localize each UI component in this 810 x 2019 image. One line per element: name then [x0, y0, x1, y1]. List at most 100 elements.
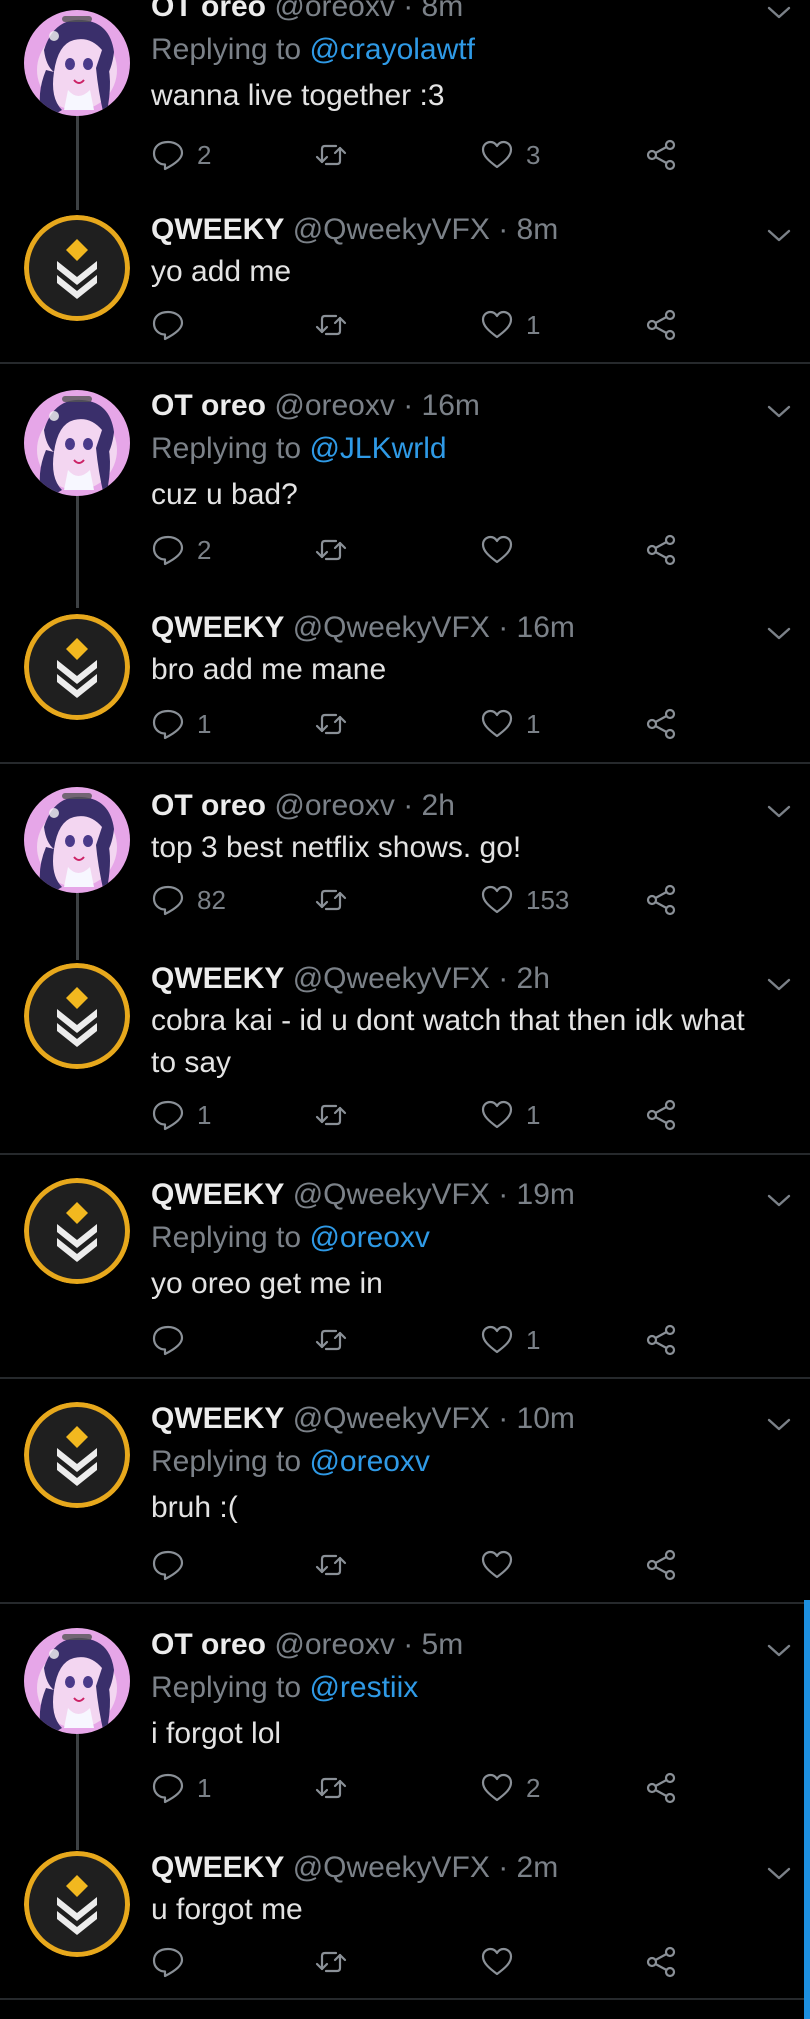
handle[interactable]: @oreoxv [274, 1628, 395, 1661]
avatar[interactable] [24, 963, 130, 1069]
timestamp[interactable]: 16m [422, 389, 480, 422]
share-button[interactable] [644, 1545, 678, 1585]
display-name[interactable]: QWEEKY [151, 1178, 284, 1211]
avatar[interactable] [24, 1851, 130, 1957]
retweet-button[interactable] [314, 305, 360, 345]
mention-link[interactable]: @restiix [309, 1671, 418, 1704]
tweet[interactable]: QWEEKY @QweekyVFX · 2h cobra kai - id u d… [151, 957, 790, 1084]
handle[interactable]: @oreoxv [274, 0, 395, 23]
chevron-down-icon[interactable] [766, 5, 792, 21]
share-button[interactable] [644, 1095, 678, 1135]
timestamp[interactable]: 8m [517, 213, 559, 246]
timestamp[interactable]: 10m [517, 1402, 575, 1435]
like-button[interactable]: 2 [480, 1768, 540, 1808]
share-button[interactable] [644, 1320, 678, 1360]
tweet[interactable]: QWEEKY @QweekyVFX · 2m u forgot me [151, 1846, 790, 1931]
avatar[interactable] [24, 10, 130, 116]
reply-button[interactable]: 2 [151, 530, 211, 570]
chevron-down-icon[interactable] [766, 1193, 792, 1209]
retweet-button[interactable] [314, 880, 360, 920]
mention-link[interactable]: @oreoxv [309, 1445, 430, 1478]
display-name[interactable]: QWEEKY [151, 962, 284, 995]
handle[interactable]: @oreoxv [274, 389, 395, 422]
tweet[interactable]: QWEEKY @QweekyVFX · 19m Replying to @oreo… [151, 1173, 790, 1305]
retweet-button[interactable] [314, 1545, 360, 1585]
timestamp[interactable]: 19m [517, 1178, 575, 1211]
display-name[interactable]: OT oreo [151, 389, 266, 422]
chevron-down-icon[interactable] [766, 804, 792, 820]
chevron-down-icon[interactable] [766, 1643, 792, 1659]
avatar[interactable] [24, 614, 130, 720]
handle[interactable]: @oreoxv [274, 789, 395, 822]
reply-button[interactable] [151, 1320, 197, 1360]
mention-link[interactable]: @oreoxv [309, 1221, 430, 1254]
chevron-down-icon[interactable] [766, 1866, 792, 1882]
display-name[interactable]: OT oreo [151, 789, 266, 822]
avatar[interactable] [24, 215, 130, 321]
like-button[interactable]: 1 [480, 704, 540, 744]
mention-link[interactable]: @crayolawtf [309, 33, 475, 66]
handle[interactable]: @QweekyVFX [293, 962, 490, 995]
handle[interactable]: @QweekyVFX [293, 1178, 490, 1211]
retweet-button[interactable] [314, 135, 360, 175]
share-button[interactable] [644, 1768, 678, 1808]
tweet[interactable]: QWEEKY @QweekyVFX · 10m Replying to @oreo… [151, 1397, 790, 1529]
like-button[interactable] [480, 1545, 526, 1585]
avatar[interactable] [24, 1178, 130, 1284]
display-name[interactable]: OT oreo [151, 0, 266, 23]
handle[interactable]: @QweekyVFX [293, 1851, 490, 1884]
timestamp[interactable]: 2m [517, 1851, 559, 1884]
tweet[interactable]: QWEEKY @QweekyVFX · 8m yo add me [151, 208, 790, 293]
retweet-button[interactable] [314, 530, 360, 570]
reply-button[interactable] [151, 305, 197, 345]
display-name[interactable]: QWEEKY [151, 213, 284, 246]
timestamp[interactable]: 2h [517, 962, 550, 995]
scrollbar[interactable] [804, 1600, 810, 2019]
avatar[interactable] [24, 1628, 130, 1734]
like-button[interactable]: 1 [480, 305, 540, 345]
chevron-down-icon[interactable] [766, 404, 792, 420]
timestamp[interactable]: 16m [517, 611, 575, 644]
timestamp[interactable]: 5m [422, 1628, 464, 1661]
avatar[interactable] [24, 787, 130, 893]
chevron-down-icon[interactable] [766, 228, 792, 244]
avatar[interactable] [24, 390, 130, 496]
reply-button[interactable]: 1 [151, 1095, 211, 1135]
share-button[interactable] [644, 880, 678, 920]
like-button[interactable] [480, 1942, 526, 1982]
share-button[interactable] [644, 135, 678, 175]
like-button[interactable]: 1 [480, 1320, 540, 1360]
handle[interactable]: @QweekyVFX [293, 213, 490, 246]
share-button[interactable] [644, 305, 678, 345]
tweet[interactable]: OT oreo @oreoxv · 8m Replying to @crayola… [151, 0, 790, 117]
timestamp[interactable]: 8m [422, 0, 464, 23]
like-button[interactable]: 3 [480, 135, 540, 175]
tweet[interactable]: OT oreo @oreoxv · 16m Replying to @JLKwrl… [151, 384, 790, 516]
share-button[interactable] [644, 1942, 678, 1982]
like-button[interactable]: 1 [480, 1095, 540, 1135]
retweet-button[interactable] [314, 1095, 360, 1135]
display-name[interactable]: QWEEKY [151, 1851, 284, 1884]
retweet-button[interactable] [314, 704, 360, 744]
retweet-button[interactable] [314, 1942, 360, 1982]
share-button[interactable] [644, 704, 678, 744]
mention-link[interactable]: @JLKwrld [309, 432, 446, 465]
reply-button[interactable] [151, 1545, 197, 1585]
display-name[interactable]: QWEEKY [151, 611, 284, 644]
share-button[interactable] [644, 530, 678, 570]
display-name[interactable]: OT oreo [151, 1628, 266, 1661]
handle[interactable]: @QweekyVFX [293, 1402, 490, 1435]
like-button[interactable] [480, 530, 526, 570]
reply-button[interactable]: 82 [151, 880, 226, 920]
like-button[interactable]: 153 [480, 880, 569, 920]
retweet-button[interactable] [314, 1768, 360, 1808]
reply-button[interactable] [151, 1942, 197, 1982]
tweet[interactable]: OT oreo @oreoxv · 5m Replying to @restiix… [151, 1623, 790, 1755]
reply-button[interactable]: 1 [151, 704, 211, 744]
retweet-button[interactable] [314, 1320, 360, 1360]
reply-button[interactable]: 2 [151, 135, 211, 175]
chevron-down-icon[interactable] [766, 626, 792, 642]
timestamp[interactable]: 2h [422, 789, 455, 822]
handle[interactable]: @QweekyVFX [293, 611, 490, 644]
avatar[interactable] [24, 1402, 130, 1508]
